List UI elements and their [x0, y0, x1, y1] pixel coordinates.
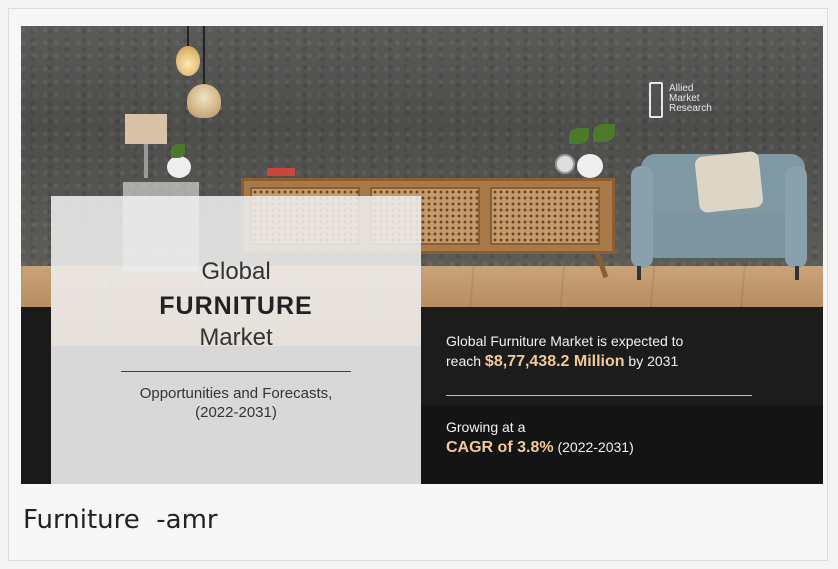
stat2-suffix: (2022-2031): [553, 439, 634, 455]
lamp-cord: [203, 26, 205, 88]
allied-logo-icon: [649, 82, 663, 118]
plant-leaf: [593, 124, 615, 142]
pendant-lamp-icon: [176, 46, 200, 76]
pillow: [694, 150, 764, 214]
brand-text: Allied Market Research: [669, 84, 712, 114]
image-card: Allied Market Research Global Furniture …: [8, 8, 828, 561]
stat1-line2: reach $8,77,438.2 Million by 2031: [446, 353, 678, 371]
title-global: Global: [201, 258, 271, 285]
stat1-prefix: reach: [446, 353, 485, 369]
title-furniture: FURNITURE: [159, 292, 313, 320]
stat-panel-bottom: Growing at a CAGR of 3.8% (2022-2031): [421, 405, 823, 484]
brand-line: Research: [669, 103, 712, 114]
books: [267, 168, 295, 176]
plant-leaf: [569, 128, 589, 144]
clock-icon: [555, 154, 575, 174]
armchair-leg: [795, 266, 799, 280]
armchair-leg: [637, 266, 641, 280]
stat-panel-top: Global Furniture Market is expected to r…: [421, 307, 823, 405]
table-lamp-stand: [144, 144, 148, 178]
gold-divider: [446, 395, 752, 396]
market-banner-image[interactable]: Allied Market Research Global Furniture …: [21, 26, 823, 484]
subtitle-line2: (2022-2031): [195, 404, 277, 421]
armchair-arm: [785, 166, 807, 268]
vase: [577, 154, 603, 178]
stat2-value: CAGR of 3.8%: [446, 439, 554, 456]
table-lamp-shade: [125, 114, 167, 144]
pendant-lamp-icon: [187, 84, 221, 118]
stat2-line1: Growing at a: [446, 419, 526, 435]
dark-strip: [21, 307, 51, 484]
title-market: Market: [199, 324, 273, 351]
cabinet-panel: [490, 187, 600, 245]
armchair-seat: [649, 214, 797, 258]
plant-leaf: [171, 144, 185, 158]
lamp-cord: [187, 26, 189, 48]
stat1-suffix: by 2031: [624, 353, 679, 369]
stat1-line1: Global Furniture Market is expected to: [446, 333, 684, 349]
plant-pot: [167, 156, 191, 178]
title-divider: [121, 371, 351, 372]
title-panel: Global FURNITURE Market Opportunities an…: [51, 196, 421, 484]
stat2-line2: CAGR of 3.8% (2022-2031): [446, 439, 634, 457]
image-caption: Furniture -amr: [23, 505, 218, 535]
subtitle-line1: Opportunities and Forecasts,: [139, 385, 333, 402]
stat1-value: $8,77,438.2 Million: [484, 353, 625, 370]
armchair-arm: [631, 166, 653, 268]
